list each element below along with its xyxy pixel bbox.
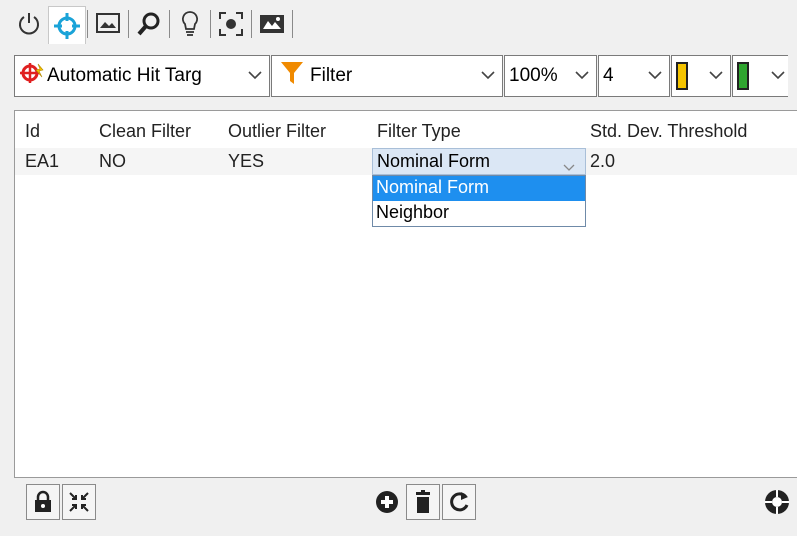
chevron-down-icon: [770, 67, 786, 89]
toolbar-separator: [128, 10, 129, 38]
crosshair-target-icon[interactable]: [48, 6, 86, 44]
image-tools-icon[interactable]: [253, 6, 291, 42]
bottom-toolbar: [0, 478, 797, 536]
size-value: 4: [603, 65, 614, 86]
color-dropdown-1[interactable]: [671, 55, 731, 97]
toolbar-separator: [210, 10, 211, 38]
mode-dropdown-label: Automatic Hit Targ: [47, 65, 202, 86]
column-header-clean-filter[interactable]: Clean Filter: [99, 121, 191, 142]
filter-grid: Id Clean Filter Outlier Filter Filter Ty…: [14, 110, 797, 478]
lightbulb-icon[interactable]: [171, 6, 209, 42]
add-icon[interactable]: [370, 484, 404, 520]
chevron-down-icon: [574, 67, 590, 89]
cell-outlier-filter[interactable]: YES: [228, 151, 264, 172]
focus-frame-icon[interactable]: [212, 6, 250, 42]
toolbar-separator: [292, 10, 293, 38]
top-icon-toolbar: [10, 4, 294, 44]
color-swatch: [676, 62, 688, 90]
dropdown-option-neighbor[interactable]: Neighbor: [373, 201, 585, 226]
hit-target-icon: [19, 61, 45, 91]
image-frame-icon[interactable]: [89, 6, 127, 42]
funnel-icon: [280, 60, 304, 92]
chevron-down-icon: [708, 67, 724, 89]
column-header-outlier-filter[interactable]: Outlier Filter: [228, 121, 326, 142]
power-icon[interactable]: [10, 6, 48, 42]
filter-type-value: Nominal Form: [377, 151, 491, 171]
toolbar-separator: [251, 10, 252, 38]
dropdown-option-nominal-form[interactable]: Nominal Form: [373, 176, 585, 201]
color-swatch: [737, 62, 749, 90]
column-header-std-dev-threshold[interactable]: Std. Dev. Threshold: [590, 121, 747, 142]
cell-id[interactable]: EA1: [25, 151, 59, 172]
toolbar-separator: [87, 10, 88, 38]
color-dropdown-2[interactable]: [732, 55, 788, 97]
collapse-icon[interactable]: [62, 484, 96, 520]
color-wheel-icon[interactable]: [760, 484, 794, 520]
zoom-dropdown[interactable]: 100%: [504, 55, 597, 97]
filter-dropdown-label: Filter: [310, 65, 353, 86]
toolbar-separator: [169, 10, 170, 38]
mode-dropdown[interactable]: Automatic Hit Targ: [14, 55, 270, 97]
combo-toolbar: Automatic Hit Targ Filter 100% 4: [14, 55, 789, 97]
cell-clean-filter[interactable]: NO: [99, 151, 126, 172]
column-header-filter-type[interactable]: Filter Type: [377, 121, 461, 142]
chevron-down-icon: [480, 67, 496, 89]
filter-dropdown[interactable]: Filter: [271, 55, 503, 97]
delete-icon[interactable]: [406, 484, 440, 520]
chevron-down-icon: [247, 67, 263, 89]
refresh-icon[interactable]: [442, 484, 476, 520]
zoom-value: 100%: [509, 65, 558, 86]
filter-type-select[interactable]: Nominal Form: [372, 148, 586, 175]
lock-icon[interactable]: [26, 484, 60, 520]
cell-std-dev-threshold[interactable]: 2.0: [590, 151, 615, 172]
zoom-icon[interactable]: [130, 6, 168, 42]
column-header-id[interactable]: Id: [25, 121, 40, 142]
size-dropdown[interactable]: 4: [598, 55, 670, 97]
chevron-down-icon: [647, 67, 663, 89]
filter-type-dropdown-list: Nominal Form Neighbor: [372, 175, 586, 227]
